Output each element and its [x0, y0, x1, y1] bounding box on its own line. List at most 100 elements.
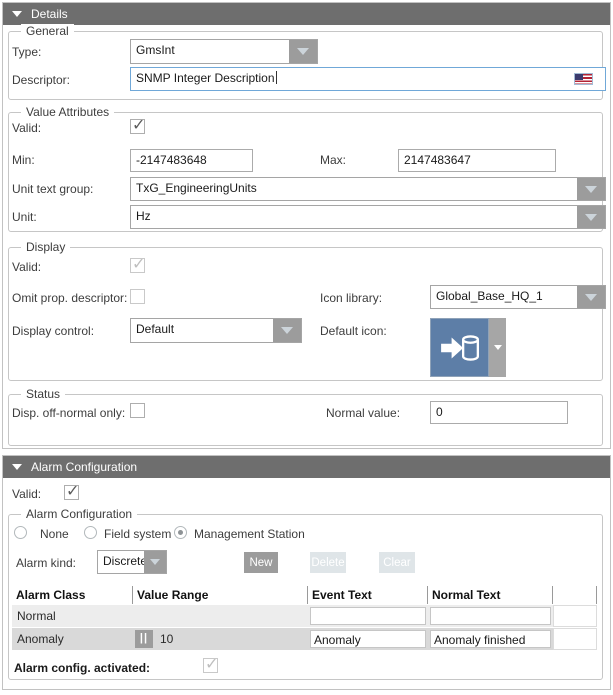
language-flag-icon[interactable]: [574, 73, 593, 85]
max-input-value: 2147483647: [404, 153, 471, 167]
type-dropdown[interactable]: GmsInt: [130, 39, 318, 64]
valid-label: Valid:: [12, 121, 41, 136]
value-range-value: 10: [160, 632, 173, 646]
max-input[interactable]: 2147483647: [398, 149, 556, 172]
alarm-class-cell: Normal: [12, 605, 133, 623]
default-icon-dropdown-button[interactable]: [489, 318, 506, 377]
descriptor-input-value: SNMP Integer Description: [136, 71, 275, 85]
event-text-input[interactable]: Anomaly: [310, 630, 426, 648]
value-range-operator-badge[interactable]: ||: [135, 630, 153, 648]
normal-text-input[interactable]: Anomaly finished: [430, 630, 551, 648]
display-group-legend: Display: [21, 240, 70, 254]
unit-dropdown[interactable]: Hz: [130, 205, 606, 229]
display-control-label: Display control:: [12, 324, 94, 339]
alarm-kind-label: Alarm kind:: [16, 556, 76, 571]
value-range-cell: [133, 605, 308, 627]
omit-prop-descriptor-label: Omit prop. descriptor:: [12, 291, 127, 306]
col-header-event-text: Event Text: [308, 586, 428, 604]
alarm-config-activated-checkbox: [203, 658, 218, 673]
alarm-table: Alarm Class Value Range Event Text Norma…: [12, 586, 597, 650]
radio-none[interactable]: [14, 526, 27, 539]
col-header-normal-text: Normal Text: [428, 586, 553, 604]
chevron-down-icon: [297, 48, 309, 55]
disp-off-normal-only-checkbox[interactable]: [130, 403, 145, 418]
col-header-value-range: Value Range: [133, 586, 308, 604]
new-button[interactable]: New: [244, 552, 278, 573]
icon-library-dropdown[interactable]: Global_Base_HQ_1: [430, 285, 606, 309]
disp-off-normal-only-label: Disp. off-normal only:: [12, 406, 125, 421]
valid-checkbox[interactable]: [130, 119, 145, 134]
alarm-configuration-group-legend: Alarm Configuration: [21, 507, 137, 521]
alarm-kind-dropdown-button[interactable]: [144, 551, 166, 573]
chevron-down-icon: [585, 214, 597, 221]
status-group-legend: Status: [21, 387, 65, 401]
col-header-alarm-class: Alarm Class: [12, 586, 133, 604]
details-panel-header[interactable]: Details: [3, 3, 610, 25]
alarm-class-cell: Anomaly: [12, 628, 133, 646]
omit-prop-descriptor-checkbox: [130, 289, 145, 304]
descriptor-input[interactable]: SNMP Integer Description: [130, 67, 606, 91]
icon-library-value: Global_Base_HQ_1: [431, 286, 577, 308]
event-text-input[interactable]: [310, 607, 426, 625]
delete-button: Delete: [310, 552, 346, 573]
table-row-anomaly[interactable]: Anomaly || 10 Anomaly Anomaly finished: [12, 628, 597, 650]
alarm-kind-dropdown[interactable]: Discrete: [97, 550, 167, 574]
unit-text-group-dropdown-button[interactable]: [577, 178, 605, 200]
empty-cell: [553, 628, 597, 650]
display-valid-label: Valid:: [12, 260, 41, 275]
alarm-valid-checkbox[interactable]: [64, 485, 79, 500]
normal-value-label: Normal value:: [326, 406, 400, 421]
display-control-dropdown-button[interactable]: [273, 319, 301, 342]
display-group: Display: [8, 247, 603, 381]
alarm-configuration-panel-title: Alarm Configuration: [31, 460, 137, 474]
icon-library-label: Icon library:: [320, 291, 382, 306]
chevron-down-icon: [281, 327, 293, 334]
icon-library-dropdown-button[interactable]: [577, 286, 605, 308]
radio-field-system[interactable]: [84, 526, 97, 539]
radio-field-system-label: Field system: [104, 527, 171, 542]
chevron-down-icon: [494, 345, 502, 350]
alarm-configuration-panel-header[interactable]: Alarm Configuration: [3, 456, 610, 478]
alarm-config-activated-label: Alarm config. activated:: [14, 661, 150, 676]
min-input[interactable]: -2147483648: [130, 149, 253, 172]
text-caret: [276, 71, 277, 84]
radio-management-station-label: Management Station: [194, 527, 305, 542]
chevron-down-icon: [150, 559, 160, 565]
normal-value-input[interactable]: 0: [430, 401, 568, 424]
general-group-legend: General: [21, 24, 74, 38]
display-valid-checkbox: [130, 258, 145, 273]
table-row-normal[interactable]: Normal: [12, 605, 597, 627]
min-input-value: -2147483648: [136, 153, 207, 167]
display-control-dropdown[interactable]: Default: [130, 318, 302, 343]
alarm-table-header-row: Alarm Class Value Range Event Text Norma…: [12, 586, 597, 604]
normal-value-input-value: 0: [436, 405, 443, 419]
default-icon-label: Default icon:: [320, 324, 387, 339]
max-label: Max:: [320, 153, 346, 168]
type-dropdown-button[interactable]: [289, 40, 317, 63]
col-header-empty: [553, 586, 597, 604]
display-control-value: Default: [131, 319, 273, 342]
empty-cell: [553, 605, 597, 627]
chevron-down-icon: [585, 186, 597, 193]
arrow-to-database-icon[interactable]: [430, 318, 489, 377]
default-icon-picker[interactable]: [430, 318, 506, 377]
unit-text-group-label: Unit text group:: [12, 182, 93, 197]
clear-button: Clear: [379, 552, 415, 573]
value-range-cell: || 10: [133, 628, 308, 650]
normal-text-input[interactable]: [430, 607, 551, 625]
type-dropdown-value: GmsInt: [131, 40, 289, 63]
collapse-arrow-icon: [12, 464, 22, 470]
descriptor-label: Descriptor:: [12, 73, 70, 88]
radio-management-station[interactable]: [174, 526, 187, 539]
type-label: Type:: [12, 45, 41, 60]
unit-text-group-dropdown[interactable]: TxG_EngineeringUnits: [130, 177, 606, 201]
unit-label: Unit:: [12, 210, 37, 225]
details-panel-title: Details: [31, 7, 68, 21]
value-attributes-legend: Value Attributes: [21, 105, 114, 119]
radio-none-label: None: [40, 527, 69, 542]
unit-dropdown-button[interactable]: [577, 206, 605, 228]
unit-text-group-value: TxG_EngineeringUnits: [131, 178, 577, 200]
collapse-arrow-icon: [12, 11, 22, 17]
alarm-valid-label: Valid:: [12, 487, 41, 502]
chevron-down-icon: [585, 294, 597, 301]
